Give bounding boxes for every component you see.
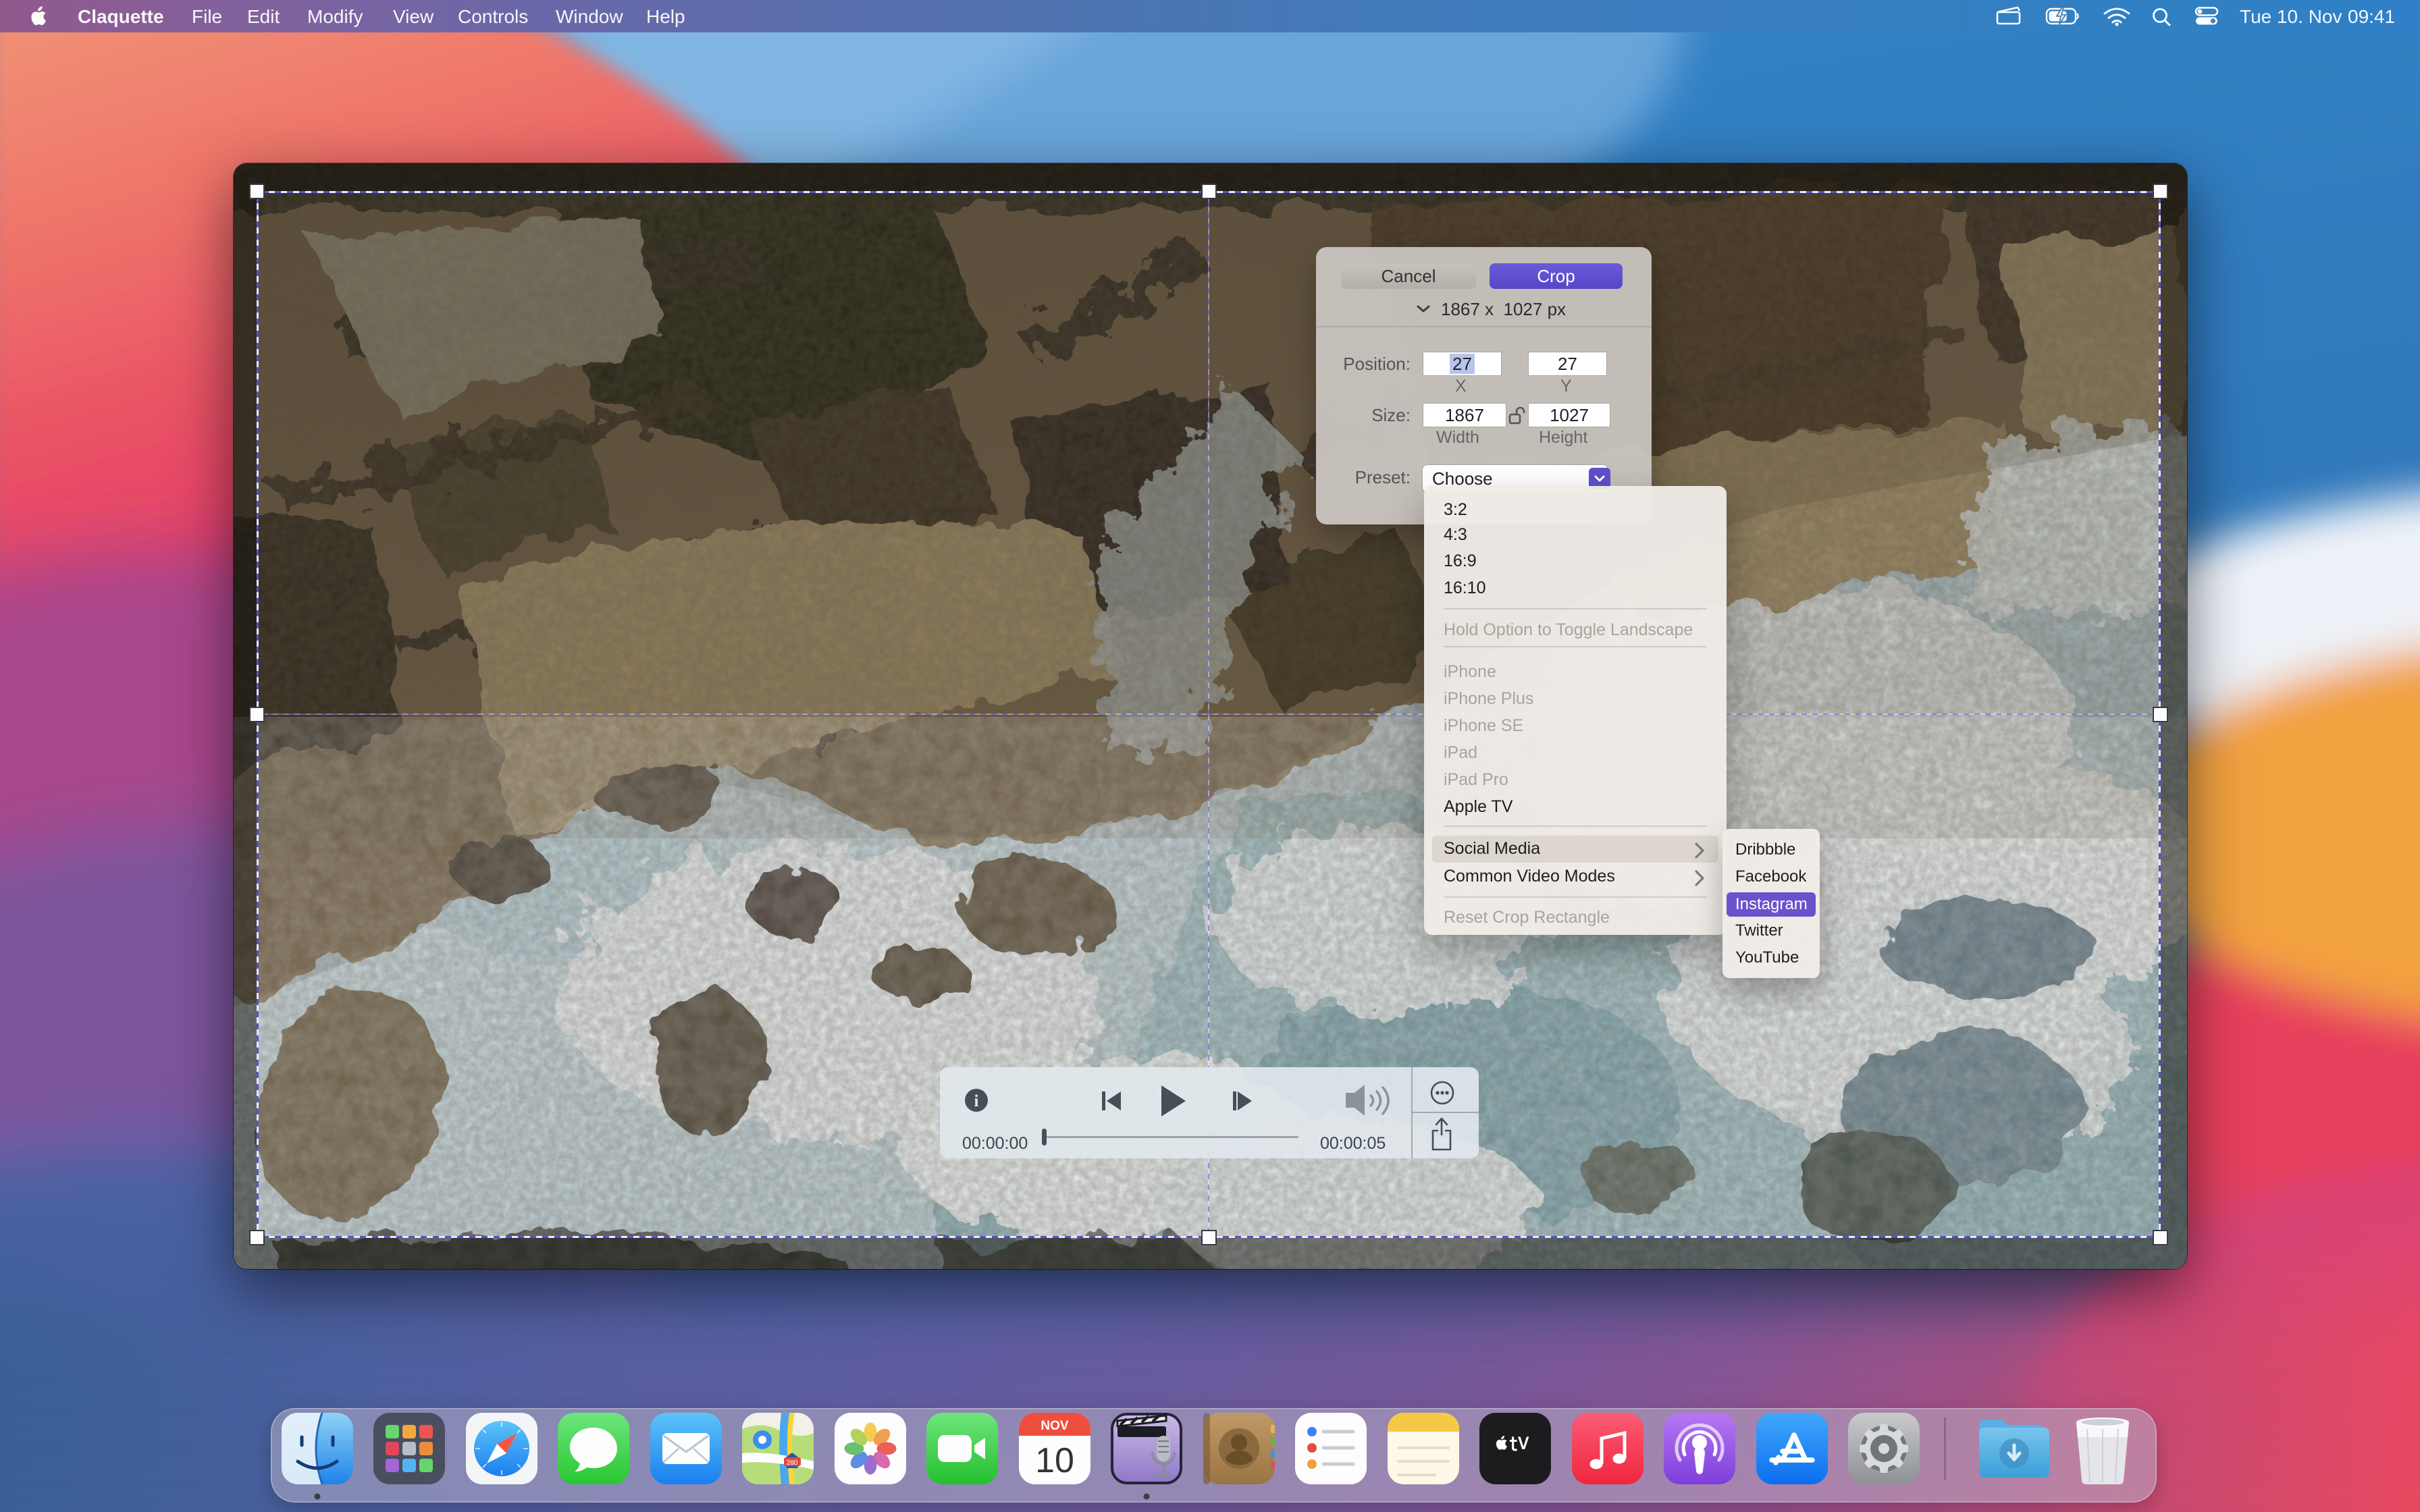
svg-text:280: 280 xyxy=(787,1459,798,1467)
svg-text:i: i xyxy=(974,1092,979,1110)
svg-text:10: 10 xyxy=(1035,1441,1074,1480)
svg-text:NOV: NOV xyxy=(1041,1419,1069,1433)
